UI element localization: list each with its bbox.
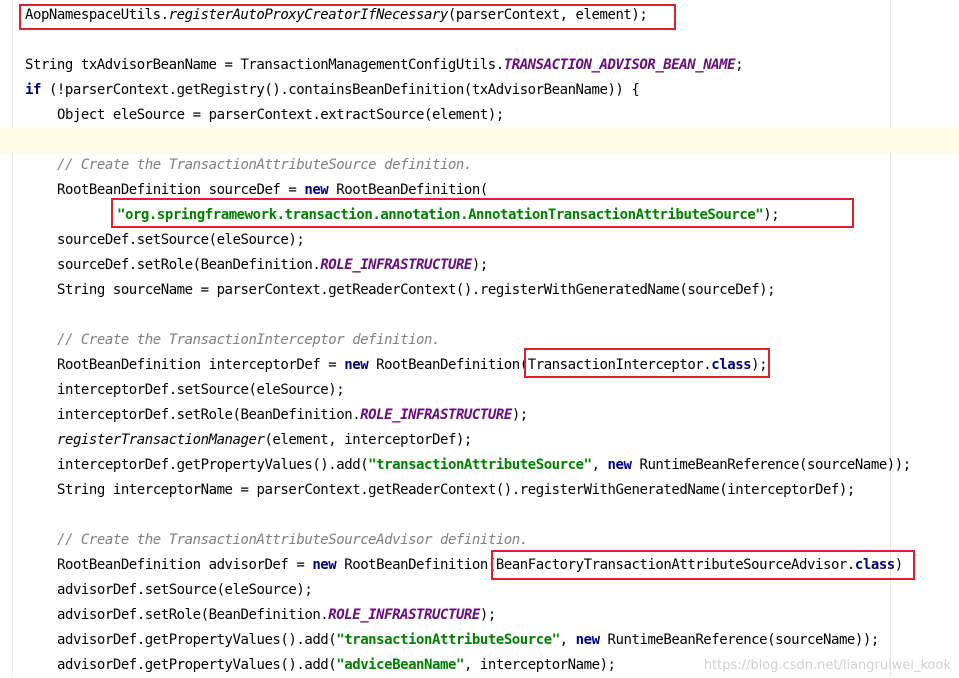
code-text: sourceDef.setSource(eleSource);: [57, 232, 305, 248]
keyword: new: [344, 357, 369, 373]
highlight-box-advisor-class: [491, 550, 915, 580]
string-literal: "transactionAttributeSource": [336, 632, 560, 648]
code-text: RuntimeBeanReference(sourceName));: [631, 457, 911, 473]
code-text: interceptorDef.setRole(BeanDefinition.: [57, 407, 361, 423]
code-text: RootBeanDefinition interceptorDef =: [57, 357, 345, 373]
highlight-box-interceptor-class: [524, 348, 770, 378]
comment-text: // Create the TransactionInterceptor def…: [57, 332, 440, 348]
comment-text: // Create the TransactionAttributeSource…: [57, 157, 472, 173]
highlight-box-register-proxy: [19, 4, 676, 30]
keyword: new: [312, 557, 337, 573]
code-text: RootBeanDefinition(: [336, 557, 496, 573]
code-text: ;: [735, 57, 744, 73]
code-text: RootBeanDefinition advisorDef =: [57, 557, 313, 573]
constant: TRANSACTION_ADVISOR_BEAN_NAME: [503, 57, 736, 73]
code-line-22[interactable]: advisorDef.getPropertyValues().add("tran…: [57, 628, 879, 653]
code-line-15[interactable]: registerTransactionManager(element, inte…: [57, 428, 472, 453]
code-text: String sourceName = parserContext.getRea…: [57, 282, 776, 298]
code-line-2[interactable]: String txAdvisorBeanName = TransactionMa…: [25, 53, 744, 78]
code-text: sourceDef.setRole(BeanDefinition.: [57, 257, 321, 273]
code-text: Object eleSource = parserContext.extract…: [57, 107, 504, 123]
comment-text: // Create the TransactionAttributeSource…: [57, 532, 528, 548]
code-line-14[interactable]: interceptorDef.setRole(BeanDefinition.RO…: [57, 403, 528, 428]
comment-line[interactable]: // Create the TransactionInterceptor def…: [57, 328, 440, 353]
code-text: advisorDef.setRole(BeanDefinition.: [57, 607, 329, 623]
highlight-box-attribute-source: [111, 198, 854, 228]
code-text: );: [511, 407, 528, 423]
watermark: https://blog.csdn.net/liangruiwei_kook: [703, 658, 951, 673]
constant: ROLE_INFRASTRUCTURE: [320, 257, 472, 273]
code-text: ,: [559, 632, 576, 648]
gutter-divider: [12, 0, 13, 677]
string-literal: "adviceBeanName": [336, 657, 464, 673]
code-line-10[interactable]: String sourceName = parserContext.getRea…: [57, 278, 776, 303]
static-method-call: registerTransactionManager: [57, 432, 265, 448]
code-text: (element, interceptorDef);: [264, 432, 472, 448]
code-text: );: [471, 257, 488, 273]
code-text: , interceptorName);: [463, 657, 616, 673]
code-line-23[interactable]: advisorDef.getPropertyValues().add("advi…: [57, 653, 616, 678]
code-text: String txAdvisorBeanName = TransactionMa…: [25, 57, 504, 73]
constant: ROLE_INFRASTRUCTURE: [328, 607, 480, 623]
code-line-13[interactable]: interceptorDef.setSource(eleSource);: [57, 378, 345, 403]
code-text: RootBeanDefinition(: [368, 357, 528, 373]
constant: ROLE_INFRASTRUCTURE: [360, 407, 512, 423]
code-line-4[interactable]: Object eleSource = parserContext.extract…: [57, 103, 504, 128]
code-line-16[interactable]: interceptorDef.getPropertyValues().add("…: [57, 453, 911, 478]
code-text: interceptorDef.setSource(eleSource);: [57, 382, 345, 398]
code-line-3[interactable]: if (!parserContext.getRegistry().contain…: [25, 78, 640, 103]
comment-line[interactable]: // Create the TransactionAttributeSource…: [57, 528, 528, 553]
code-text: RootBeanDefinition sourceDef =: [57, 182, 305, 198]
keyword: new: [304, 182, 329, 198]
code-text: interceptorDef.getPropertyValues().add(: [57, 457, 369, 473]
code-text: (!parserContext.getRegistry().containsBe…: [40, 82, 640, 98]
keyword: if: [25, 82, 41, 98]
code-text: String interceptorName = parserContext.g…: [57, 482, 855, 498]
code-text: RuntimeBeanReference(sourceName));: [599, 632, 880, 648]
current-line-highlight: [0, 128, 959, 153]
code-text: RootBeanDefinition(: [328, 182, 488, 198]
code-line-21[interactable]: advisorDef.setRole(BeanDefinition.ROLE_I…: [57, 603, 496, 628]
code-line-9[interactable]: sourceDef.setRole(BeanDefinition.ROLE_IN…: [57, 253, 488, 278]
code-line-17[interactable]: String interceptorName = parserContext.g…: [57, 478, 855, 503]
comment-line[interactable]: // Create the TransactionAttributeSource…: [57, 153, 472, 178]
code-line-8[interactable]: sourceDef.setSource(eleSource);: [57, 228, 305, 253]
string-literal: "transactionAttributeSource": [368, 457, 592, 473]
code-text: advisorDef.getPropertyValues().add(: [57, 632, 337, 648]
keyword: new: [607, 457, 632, 473]
code-text: advisorDef.getPropertyValues().add(: [57, 657, 337, 673]
keyword: new: [575, 632, 600, 648]
code-text: ,: [591, 457, 608, 473]
code-line-20[interactable]: advisorDef.setSource(eleSource);: [57, 578, 313, 603]
code-text: );: [479, 607, 496, 623]
code-text: advisorDef.setSource(eleSource);: [57, 582, 313, 598]
